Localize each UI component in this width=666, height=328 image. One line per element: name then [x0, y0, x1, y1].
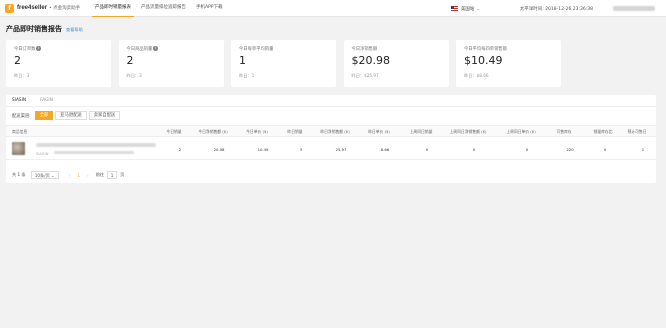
- filter-label: 配送渠道:: [12, 113, 31, 119]
- pagination: 共 1 条 10条/页 ⌄ ‹ 1 › 前往 1 页: [12, 171, 124, 179]
- info-icon[interactable]: i: [36, 46, 41, 51]
- col-header-lastweek-price[interactable]: 上周同日单价 ($): [506, 129, 535, 135]
- table-header: 商品信息 今日销量 今日净销售额 ($) 今日单价 ($) 昨日销量 昨日净销售…: [6, 125, 656, 137]
- cell-days-left: 1: [641, 147, 645, 152]
- col-header-yesterday-sales[interactable]: 昨日净销售额 ($): [320, 129, 349, 135]
- page-size-select[interactable]: 10条/页 ⌄: [30, 171, 59, 179]
- col-header-yesterday-units[interactable]: 昨日销量: [287, 129, 302, 135]
- header-right: 美国站 ⌄ 太平洋时间: 2018-12-26 23:36:38: [450, 0, 658, 17]
- table-row[interactable]: SIASIN 2 20.98 10.49 3 25.97 8.66 0 0 0 …: [6, 138, 656, 160]
- report-panel: SIASIN FAGIN 配送渠道: 全部 亚马逊配送 卖家自配送 商品信息 今…: [6, 95, 656, 183]
- brand-subtitle: • 点金淘卖助手: [49, 6, 81, 11]
- filter-fbm-button[interactable]: 卖家自配送: [88, 111, 121, 120]
- filter-fba-button[interactable]: 亚马逊配送: [55, 111, 87, 120]
- cell-yesterday-price: 8.66: [380, 147, 390, 152]
- goto-suffix: 页: [120, 172, 125, 177]
- stat-yesterday: 昨日：$25.97: [351, 73, 379, 78]
- page-number[interactable]: 1: [77, 173, 80, 178]
- stat-label: 今日净销售额: [351, 47, 378, 52]
- chevron-down-icon[interactable]: ⌄: [476, 6, 479, 11]
- cell-lastweek-sales: 0: [472, 147, 476, 152]
- nav-tab-traffic-report[interactable]: 产品流量排位追踪报告: [138, 0, 189, 17]
- col-header-sell-stock-ratio[interactable]: 销量库存比: [594, 129, 613, 135]
- col-header-product: 商品信息: [12, 129, 28, 134]
- stat-yesterday: 昨日：3: [126, 73, 142, 78]
- user-account-blurred[interactable]: [613, 6, 655, 11]
- goto-label: 前往: [95, 172, 105, 177]
- region-selector[interactable]: 美国站: [461, 6, 475, 12]
- stat-yesterday: 昨日：1: [239, 73, 255, 78]
- stat-yesterday: 昨日：$8.66: [464, 73, 489, 78]
- pacific-time: 太平洋时间: 2018-12-26 23:36:38: [519, 6, 593, 12]
- top-bar: f free4seller • 点金淘卖助手 产品即时销量报表 产品流量排位追踪…: [0, 0, 666, 17]
- stat-card-units: 今日商品销量 i 2 昨日：3: [118, 40, 224, 87]
- stat-label: 今日每单平均销量: [239, 47, 274, 52]
- cell-yesterday-units: 3: [299, 147, 303, 152]
- stat-label: 今日订单数 i: [14, 46, 41, 52]
- brand-name: free4seller: [17, 5, 48, 11]
- product-meta-blurred: [54, 151, 134, 154]
- col-header-today-price[interactable]: 今日单价 ($): [246, 129, 268, 135]
- col-header-lastweek-sales[interactable]: 上周同日净销售额 ($): [450, 129, 487, 135]
- tab-divider: [6, 106, 656, 107]
- chevron-down-icon: ⌄: [51, 173, 55, 178]
- col-header-lastweek-units[interactable]: 上周同日销量: [410, 129, 433, 135]
- cell-stock: 220: [566, 147, 574, 152]
- next-page-icon[interactable]: ›: [87, 173, 89, 178]
- product-sku: SIASIN: [36, 151, 49, 156]
- cell-lastweek-units: 0: [425, 147, 429, 152]
- cell-today-sales: 20.98: [213, 147, 225, 152]
- summary-cards: 今日订单数 i 2 昨日：3 今日商品销量 i 2 昨日：3 今日每单平均销量 1 …: [6, 40, 561, 87]
- stat-value: $20.98: [351, 54, 391, 67]
- help-link[interactable]: 查看帮助: [66, 27, 83, 33]
- filter-all-button[interactable]: 全部: [34, 111, 54, 120]
- cell-today-units: 2: [178, 147, 182, 152]
- main-nav: 产品即时销量报表 产品流量排位追踪报告 手机APP下载: [92, 0, 230, 17]
- cell-today-price: 10.49: [257, 147, 269, 152]
- stat-value: 2: [126, 54, 134, 67]
- nav-tab-app-download[interactable]: 手机APP下载: [193, 0, 226, 17]
- info-icon[interactable]: i: [153, 46, 158, 51]
- stat-yesterday: 昨日：3: [14, 73, 30, 78]
- col-header-stock[interactable]: 可售库存: [556, 129, 571, 135]
- product-title-blurred: [36, 143, 156, 147]
- stat-card-avg-units: 今日每单平均销量 1 昨日：1: [231, 40, 336, 87]
- brand-logo[interactable]: f free4seller • 点金淘卖助手: [5, 3, 89, 13]
- fulfillment-filter: 配送渠道: 全部 亚马逊配送 卖家自配送: [12, 111, 122, 120]
- stat-card-avg-sales: 今日平均每四单销售额 $10.49 昨日：$8.66: [456, 40, 561, 87]
- us-flag-icon: [450, 6, 458, 11]
- stat-value: $10.49: [464, 54, 503, 67]
- page-title: 产品即时销售报告: [6, 25, 62, 33]
- stat-card-net-sales: 今日净销售额 $20.98 昨日：$25.97: [343, 40, 449, 87]
- col-header-today-sales[interactable]: 今日净销售额 ($): [198, 129, 227, 135]
- stat-label: 今日平均每四单销售额: [464, 47, 507, 52]
- col-header-days-left[interactable]: 预计可售日: [628, 129, 647, 135]
- logo-icon: f: [5, 3, 14, 13]
- goto-page-input[interactable]: 1: [107, 171, 118, 179]
- stat-value: 1: [239, 54, 246, 67]
- product-thumbnail[interactable]: [12, 142, 25, 155]
- nav-tab-sales-report[interactable]: 产品即时销量报表: [92, 0, 134, 17]
- cell-yesterday-sales: 25.97: [335, 147, 347, 152]
- cell-sell-stock-ratio: 0: [603, 147, 607, 152]
- col-header-yesterday-price[interactable]: 昨日单价 ($): [368, 129, 390, 135]
- stat-value: 2: [14, 54, 21, 67]
- pagination-total: 共 1 条: [12, 172, 26, 177]
- stat-label: 今日商品销量 i: [126, 46, 158, 52]
- stat-card-orders: 今日订单数 i 2 昨日：3: [6, 40, 111, 87]
- col-header-today-units[interactable]: 今日销量: [166, 129, 181, 135]
- prev-page-icon[interactable]: ‹: [69, 173, 71, 178]
- cell-lastweek-price: 0: [525, 147, 529, 152]
- title-row: 产品即时销售报告 查看帮助: [6, 24, 83, 34]
